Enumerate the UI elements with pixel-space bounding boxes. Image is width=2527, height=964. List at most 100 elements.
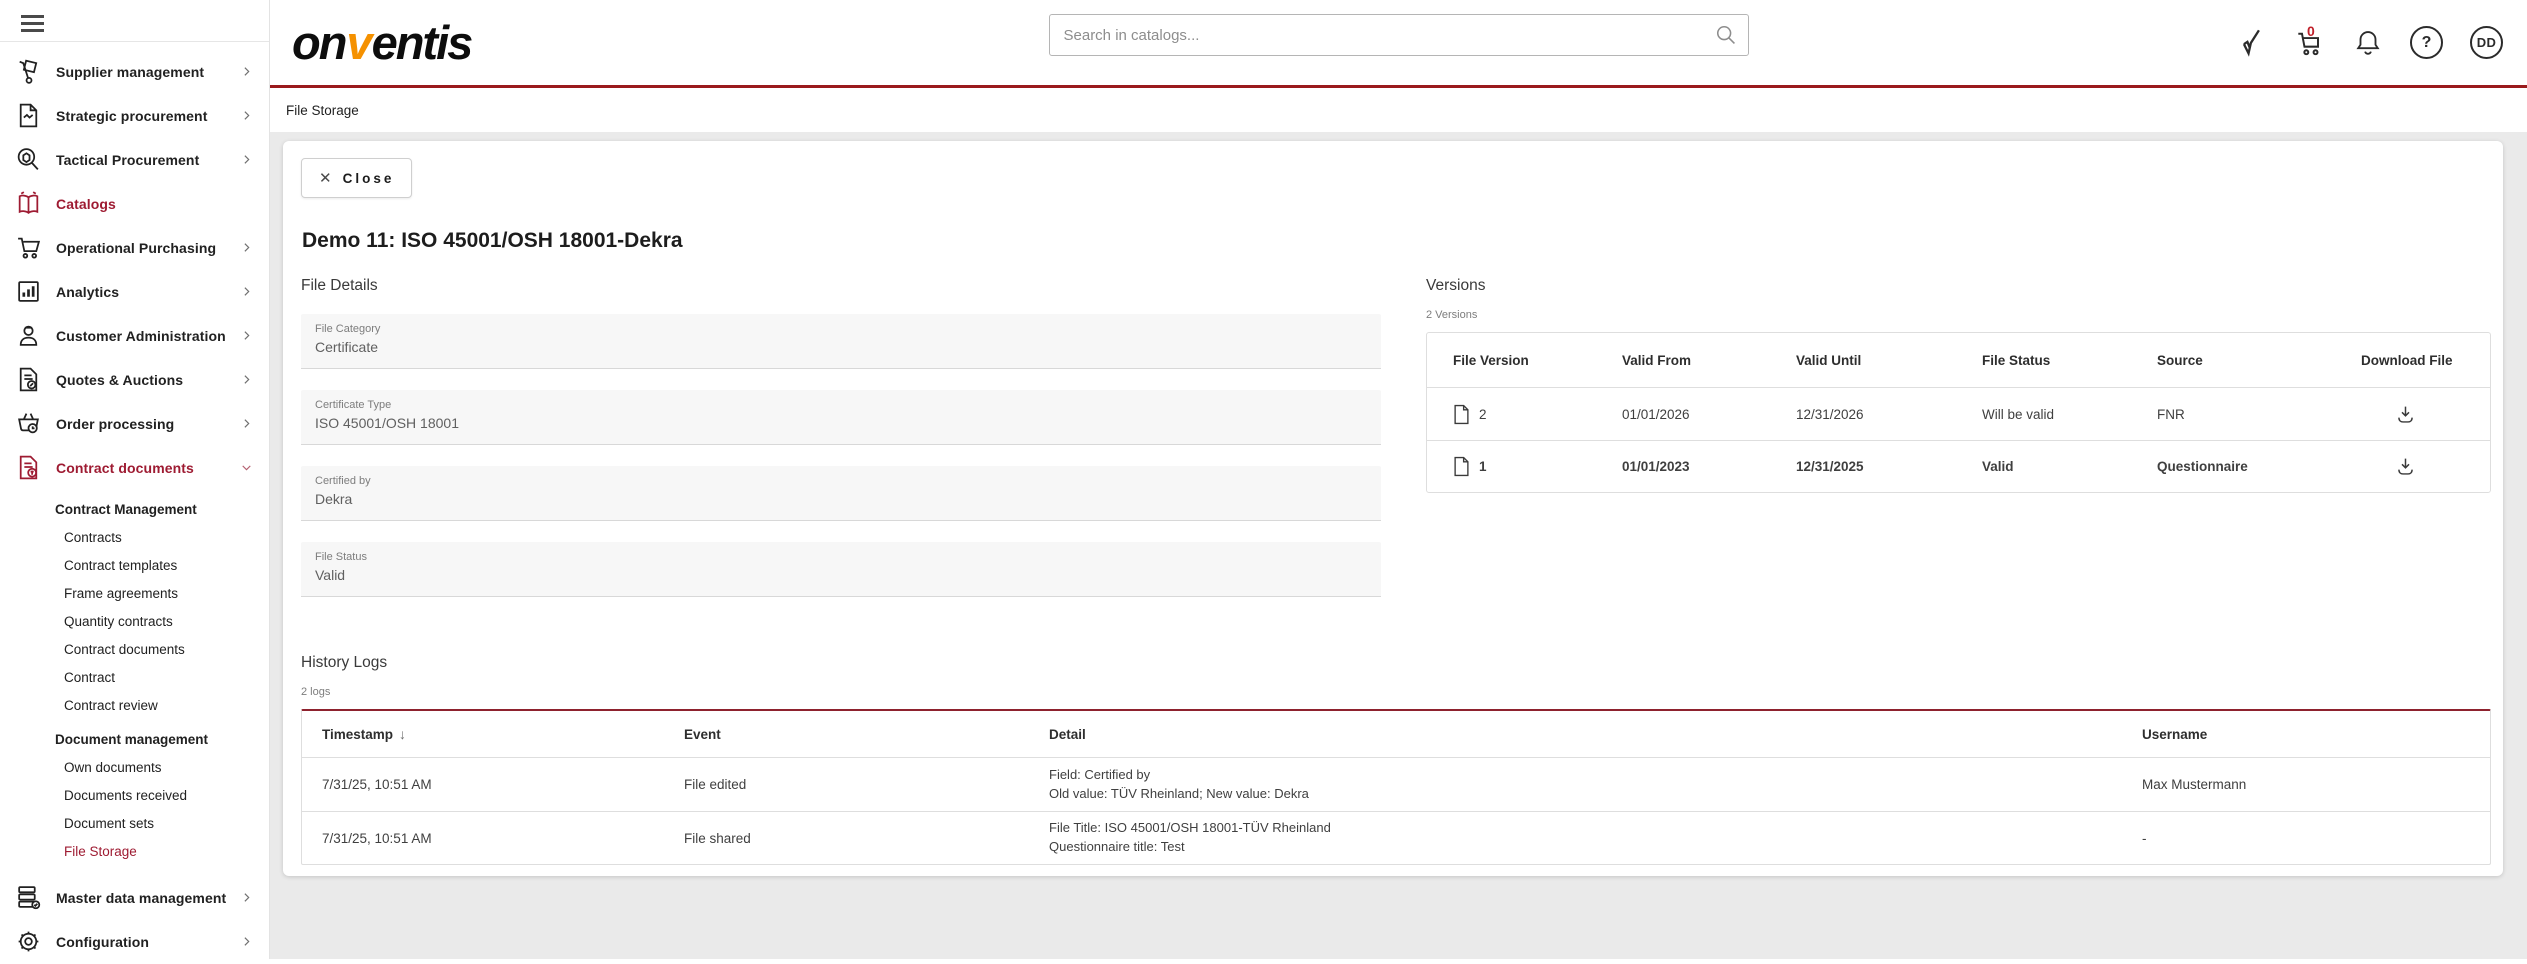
versions-table: File Version Valid From Valid Until File…	[1426, 332, 2491, 493]
sidebar-item-label: Analytics	[56, 284, 240, 300]
breadcrumb-bar: File Storage	[270, 88, 2527, 132]
sidebar-item-label: Contract documents	[56, 460, 240, 476]
sidebar-item-master-data-management[interactable]: Master data management	[0, 876, 269, 920]
sidebar-item-label: Customer Administration	[56, 328, 240, 344]
chevron-right-icon	[240, 891, 253, 904]
chevron-down-icon	[240, 461, 253, 474]
field-value: Valid	[315, 567, 1367, 583]
sidebar-item-analytics[interactable]: Analytics	[0, 270, 269, 314]
col-file-status: File Status	[1982, 353, 2157, 368]
version-row[interactable]: 2 01/01/2026 12/31/2026 Will be valid FN…	[1427, 388, 2490, 440]
chevron-right-icon	[240, 285, 253, 298]
chevron-right-icon	[240, 935, 253, 948]
search-input[interactable]	[1049, 14, 1749, 56]
file-details-section: File Details File Category Certificate C…	[301, 277, 1381, 597]
versions-table-header: File Version Valid From Valid Until File…	[1427, 333, 2490, 388]
field-label: File Status	[315, 551, 1367, 563]
source: Questionnaire	[2157, 459, 2361, 474]
log-event: File edited	[684, 777, 1049, 792]
log-event: File shared	[684, 831, 1049, 846]
sidebar-item-documents-received[interactable]: Documents received	[0, 782, 269, 810]
sidebar-item-own-documents[interactable]: Own documents	[0, 754, 269, 782]
chevron-right-icon	[240, 417, 253, 430]
sidebar-item-label: Catalogs	[56, 196, 253, 212]
submenu-group-document-management: Document management	[0, 720, 269, 754]
source: FNR	[2157, 407, 2361, 422]
onventis-logo: onventis	[292, 15, 471, 70]
sidebar-item-contract-documents-sub[interactable]: Contract documents	[0, 636, 269, 664]
sidebar-item-label: Strategic procurement	[56, 108, 240, 124]
sidebar-item-catalogs[interactable]: Catalogs	[0, 182, 269, 226]
basket-clock-icon	[13, 409, 43, 439]
sidebar-item-operational-purchasing[interactable]: Operational Purchasing	[0, 226, 269, 270]
search-icon[interactable]	[1715, 24, 1737, 46]
field-value: Certificate	[315, 339, 1367, 355]
sidebar-item-document-sets[interactable]: Document sets	[0, 810, 269, 838]
notifications-bell-icon[interactable]	[2353, 28, 2383, 58]
field-value: Dekra	[315, 491, 1367, 507]
main-area: onventis 0 ? DD	[270, 0, 2527, 959]
field-file-status: File Status Valid	[301, 542, 1381, 597]
sidebar-item-contracts[interactable]: Contracts	[0, 524, 269, 552]
file-status: Valid	[1982, 459, 2157, 474]
log-timestamp: 7/31/25, 10:51 AM	[322, 831, 684, 846]
sidebar-item-contract-review[interactable]: Contract review	[0, 692, 269, 720]
chevron-right-icon	[240, 109, 253, 122]
versions-count: 2 Versions	[1426, 309, 2491, 321]
col-timestamp[interactable]: Timestamp ↓	[322, 726, 684, 742]
close-label: Close	[343, 171, 395, 186]
sidebar-item-quantity-contracts[interactable]: Quantity contracts	[0, 608, 269, 636]
close-icon: ✕	[319, 169, 332, 187]
download-icon[interactable]	[2395, 456, 2416, 477]
sidebar: Supplier management Strategic procuremen…	[0, 0, 270, 959]
breadcrumb[interactable]: File Storage	[286, 103, 359, 118]
sidebar-item-contract-templates[interactable]: Contract templates	[0, 552, 269, 580]
timestamp-label: Timestamp	[322, 727, 393, 742]
history-table-header: Timestamp ↓ Event Detail Username	[302, 711, 2490, 758]
help-icon[interactable]: ?	[2410, 26, 2443, 59]
download-icon[interactable]	[2395, 404, 2416, 425]
sidebar-item-quotes-auctions[interactable]: Quotes & Auctions	[0, 358, 269, 402]
sidebar-item-label: Supplier management	[56, 64, 240, 80]
cart-badge: 0	[2307, 23, 2315, 39]
col-valid-from: Valid From	[1622, 353, 1796, 368]
version-number: 1	[1479, 459, 1487, 474]
document-icon	[1453, 404, 1470, 425]
logo-v-check: v	[345, 16, 371, 69]
col-download-file: Download File	[2361, 353, 2490, 368]
history-logs-section: History Logs 2 logs Timestamp ↓ Event De…	[301, 654, 2491, 865]
log-username: Max Mustermann	[2142, 777, 2490, 792]
col-source: Source	[2157, 353, 2361, 368]
field-file-category: File Category Certificate	[301, 314, 1381, 369]
catalog-search	[1049, 14, 1749, 56]
col-event: Event	[684, 727, 1049, 742]
field-label: Certified by	[315, 475, 1367, 487]
versions-heading: Versions	[1426, 277, 2491, 295]
content-background: ✕ Close Demo 11: ISO 45001/OSH 18001-Dek…	[270, 132, 2527, 959]
sidebar-item-contract[interactable]: Contract	[0, 664, 269, 692]
document-icon	[1453, 456, 1470, 477]
valid-until: 12/31/2026	[1796, 407, 1982, 422]
onventis-check-icon[interactable]	[2237, 28, 2267, 58]
sidebar-item-label: Order processing	[56, 416, 240, 432]
sidebar-item-strategic-procurement[interactable]: Strategic procurement	[0, 94, 269, 138]
field-certificate-type: Certificate Type ISO 45001/OSH 18001	[301, 390, 1381, 445]
sidebar-item-contract-documents[interactable]: Contract documents	[0, 446, 269, 490]
sidebar-item-order-processing[interactable]: Order processing	[0, 402, 269, 446]
chevron-right-icon	[240, 65, 253, 78]
menu-toggle-icon[interactable]	[0, 0, 269, 32]
file-storage-card: ✕ Close Demo 11: ISO 45001/OSH 18001-Dek…	[283, 141, 2503, 876]
avatar[interactable]: DD	[2470, 26, 2503, 59]
app-root: Supplier management Strategic procuremen…	[0, 0, 2527, 959]
version-row[interactable]: 1 01/01/2023 12/31/2025 Valid Questionna…	[1427, 440, 2490, 492]
sidebar-item-file-storage[interactable]: File Storage	[0, 838, 269, 866]
sidebar-item-label: Configuration	[56, 934, 240, 950]
sidebar-item-frame-agreements[interactable]: Frame agreements	[0, 580, 269, 608]
history-table: Timestamp ↓ Event Detail Username 7/31/2…	[301, 709, 2491, 865]
sidebar-item-customer-administration[interactable]: Customer Administration	[0, 314, 269, 358]
close-button[interactable]: ✕ Close	[301, 158, 412, 198]
sidebar-item-tactical-procurement[interactable]: Tactical Procurement	[0, 138, 269, 182]
sidebar-item-supplier-management[interactable]: Supplier management	[0, 50, 269, 94]
sidebar-item-configuration[interactable]: Configuration	[0, 920, 269, 964]
cart-icon[interactable]: 0	[2294, 27, 2326, 59]
